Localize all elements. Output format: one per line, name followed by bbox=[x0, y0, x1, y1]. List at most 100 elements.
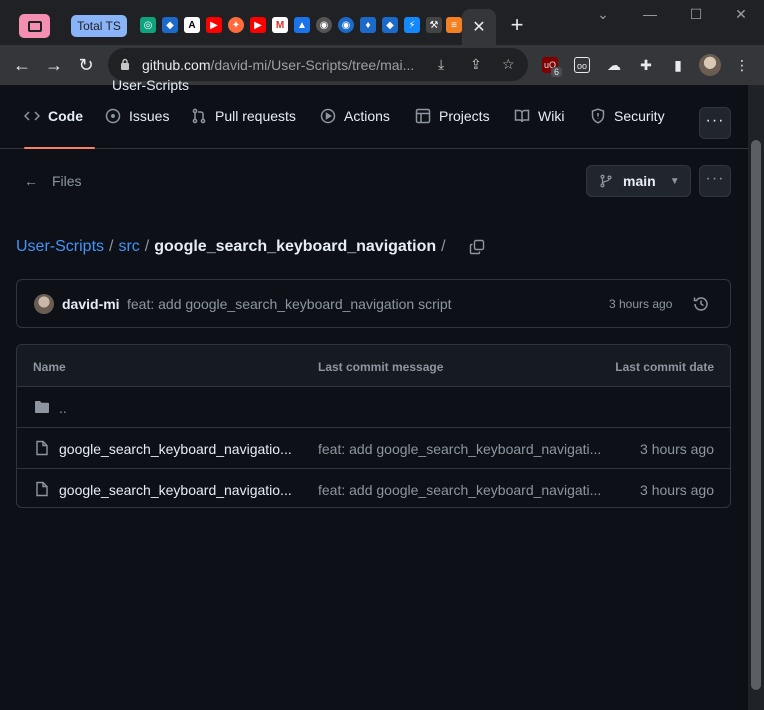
cloud-icon[interactable]: ☁ bbox=[606, 57, 622, 73]
file-commit-date: 3 hours ago bbox=[640, 441, 714, 457]
book-icon bbox=[514, 109, 530, 123]
git-branch-icon bbox=[600, 174, 612, 188]
code-icon bbox=[24, 111, 40, 121]
file-icon bbox=[36, 481, 48, 497]
file-icon bbox=[36, 440, 48, 456]
breadcrumb: User-Scripts / src / google_search_keybo… bbox=[16, 238, 485, 256]
reload-icon[interactable]: ↻ bbox=[74, 53, 98, 77]
youtube-tab-icon-2[interactable]: ▶ bbox=[250, 17, 266, 33]
new-tab-button[interactable]: + bbox=[507, 13, 527, 37]
breadcrumb-separator: / bbox=[144, 238, 150, 255]
breadcrumb-separator: / bbox=[441, 238, 446, 255]
globe-tab-icon[interactable]: ◉ bbox=[316, 17, 332, 33]
commit-message[interactable]: feat: add google_search_keyboard_navigat… bbox=[127, 296, 452, 312]
page-scrollbar[interactable] bbox=[748, 85, 764, 710]
file-table: Name Last commit message Last commit dat… bbox=[16, 344, 731, 508]
extension-icon-eyes[interactable]: oo bbox=[574, 57, 590, 73]
author-avatar[interactable] bbox=[34, 294, 54, 314]
hammer-tab-icon[interactable]: ⚒ bbox=[426, 17, 442, 33]
gmail-tab-icon[interactable]: M bbox=[272, 17, 288, 33]
vpn-tab-icon-2[interactable]: ◆ bbox=[382, 17, 398, 33]
tab-security[interactable]: Security bbox=[590, 108, 665, 144]
column-name: Name bbox=[33, 360, 66, 374]
pinned-tab-screen[interactable] bbox=[19, 14, 50, 38]
tab-pull-requests-label: Pull requests bbox=[215, 108, 296, 124]
commit-time: 3 hours ago bbox=[609, 297, 673, 311]
arrow-left-icon: ← bbox=[24, 173, 38, 189]
vpn-tab-icon[interactable]: ◆ bbox=[162, 17, 178, 33]
stackblitz-tab-icon[interactable]: ♦ bbox=[360, 17, 376, 33]
puzzle-icon[interactable]: ✚ bbox=[638, 57, 654, 73]
shield-icon bbox=[591, 108, 605, 124]
extension-badge: 6 bbox=[551, 67, 563, 77]
tab-code[interactable]: Code bbox=[24, 108, 95, 149]
scrollbar-thumb[interactable] bbox=[751, 140, 761, 690]
tab-projects[interactable]: Projects bbox=[415, 108, 490, 144]
github-page: User-Scripts Code Issues Pull requests A… bbox=[0, 77, 748, 710]
repo-title-partial[interactable]: User-Scripts bbox=[112, 77, 189, 93]
file-commit-message[interactable]: feat: add google_search_keyboard_navigat… bbox=[318, 482, 601, 498]
lock-icon bbox=[121, 58, 129, 70]
active-tab[interactable]: ✕ bbox=[462, 9, 496, 45]
url-text[interactable]: github.com/david-mi/User-Scripts/tree/ma… bbox=[142, 57, 414, 73]
repo-nav-more-button[interactable]: ··· bbox=[699, 107, 731, 139]
figma-tab-icon[interactable]: ✦ bbox=[228, 17, 244, 33]
tab-issues[interactable]: Issues bbox=[105, 108, 169, 144]
history-icon[interactable] bbox=[692, 295, 710, 313]
table-row[interactable]: google_search_keyboard_navigatio... feat… bbox=[17, 428, 730, 469]
tab-issues-label: Issues bbox=[129, 108, 170, 124]
tab-security-label: Security bbox=[614, 108, 665, 124]
back-arrow-icon[interactable]: ← bbox=[10, 53, 34, 77]
youtube-tab-icon[interactable]: ▶ bbox=[206, 17, 222, 33]
play-icon bbox=[320, 108, 336, 124]
files-more-button[interactable]: ··· bbox=[699, 165, 731, 197]
file-commit-date: 3 hours ago bbox=[640, 482, 714, 498]
tab-wiki-label: Wiki bbox=[538, 108, 565, 124]
close-window-button[interactable]: ✕ bbox=[731, 6, 751, 23]
tab-wiki[interactable]: Wiki bbox=[514, 108, 564, 144]
stackoverflow-tab-icon[interactable]: ≡ bbox=[446, 17, 462, 33]
column-last-commit-message: Last commit message bbox=[318, 360, 444, 374]
copy-path-icon[interactable] bbox=[469, 239, 485, 255]
install-icon[interactable]: ⤓ bbox=[438, 56, 444, 73]
tab-pull-requests[interactable]: Pull requests bbox=[191, 108, 296, 144]
files-label: Files bbox=[52, 173, 82, 189]
commit-author[interactable]: david-mi bbox=[62, 296, 120, 312]
browser-tab-strip: Total TS ◎ ◆ A ▶ ✦ ▶ M ▲ ◉ ◉ ♦ ◆ ⚡ ⚒ ≡ ✕… bbox=[0, 0, 764, 45]
menu-kebab-icon[interactable]: ⋮ bbox=[734, 57, 750, 73]
minimize-button[interactable]: — bbox=[640, 6, 660, 22]
chatgpt-tab-icon[interactable]: ◎ bbox=[140, 17, 156, 33]
share-icon[interactable]: ⇪ bbox=[470, 56, 482, 73]
bookmark-star-icon[interactable]: ☆ bbox=[502, 56, 515, 73]
edge-tab-icon[interactable]: ◉ bbox=[338, 17, 354, 33]
prisma-tab-icon[interactable]: ▲ bbox=[294, 17, 310, 33]
parent-dir-link[interactable]: .. bbox=[59, 400, 67, 416]
table-row[interactable]: google_search_keyboard_navigatio... feat… bbox=[17, 469, 730, 507]
branch-select-button[interactable]: main ▼ bbox=[586, 165, 691, 197]
tab-code-label: Code bbox=[48, 108, 83, 124]
close-tab-icon[interactable]: ✕ bbox=[472, 17, 485, 37]
issue-opened-icon bbox=[105, 108, 121, 124]
folder-icon bbox=[35, 401, 49, 413]
latest-commit-box: david-mi feat: add google_search_keyboar… bbox=[16, 279, 731, 328]
breadcrumb-repo-link[interactable]: User-Scripts bbox=[16, 238, 104, 256]
table-header: Name Last commit message Last commit dat… bbox=[17, 345, 730, 387]
maximize-button[interactable]: ☐ bbox=[686, 6, 706, 23]
caret-down-icon: ▼ bbox=[669, 175, 680, 187]
table-icon bbox=[415, 108, 431, 124]
a-tab-icon[interactable]: A bbox=[184, 17, 200, 33]
file-name-link[interactable]: google_search_keyboard_navigatio... bbox=[59, 482, 292, 498]
tab-actions[interactable]: Actions bbox=[320, 108, 390, 144]
file-commit-message[interactable]: feat: add google_search_keyboard_navigat… bbox=[318, 441, 601, 457]
breadcrumb-src-link[interactable]: src bbox=[118, 238, 139, 256]
file-name-link[interactable]: google_search_keyboard_navigatio... bbox=[59, 441, 292, 457]
table-row-parent[interactable]: .. bbox=[17, 387, 730, 428]
side-panel-icon[interactable]: ▮ bbox=[670, 57, 686, 73]
files-back-link[interactable]: ← Files bbox=[24, 173, 82, 189]
forward-arrow-icon[interactable]: → bbox=[42, 53, 66, 77]
profile-avatar[interactable] bbox=[699, 54, 721, 76]
git-pull-request-icon bbox=[192, 108, 206, 124]
pinned-tab-total-ts[interactable]: Total TS bbox=[71, 15, 127, 37]
bolt-tab-icon[interactable]: ⚡ bbox=[404, 17, 420, 33]
tab-search-icon[interactable]: ⌄ bbox=[593, 6, 613, 23]
